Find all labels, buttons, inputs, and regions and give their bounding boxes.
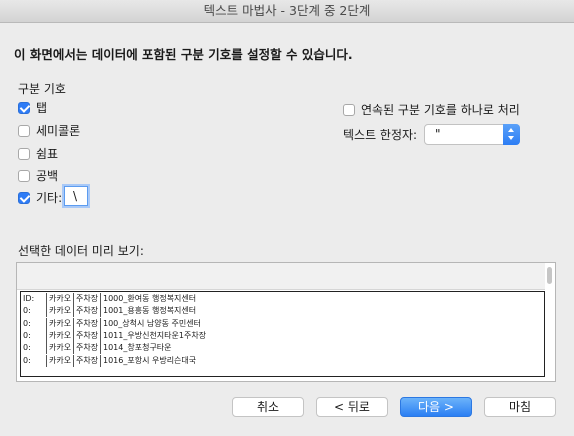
other-delimiter-input[interactable]: \ xyxy=(64,186,88,206)
preview-cell: 주차장 xyxy=(73,293,100,305)
consecutive-delimiters-label: 연속된 구분 기호를 하나로 처리 xyxy=(361,103,520,117)
preview-cell: 1001_용흥동 행정복지센터 xyxy=(100,305,544,318)
text-qualifier-value: " xyxy=(435,127,441,141)
other-label: 기타: xyxy=(36,191,63,205)
semicolon-label: 세미콜론 xyxy=(36,124,81,138)
finish-button[interactable]: 마침 xyxy=(484,397,556,417)
preview-row: 0: 카카오 주차장 100_상척시 남양동 주민센터 xyxy=(21,317,544,330)
preview-row: 0: 카카오 주차장 1011_우방신천지타운1주차장 xyxy=(21,329,544,342)
chevron-updown-icon xyxy=(503,124,520,145)
window-title: 텍스트 마법사 - 3단계 중 2단계 xyxy=(0,0,574,23)
preview-cell: 0: xyxy=(23,318,31,328)
preview-cell: 카카오 xyxy=(46,293,73,305)
preview-cell: 주차장 xyxy=(73,342,100,355)
instruction-heading: 이 화면에서는 데이터에 포함된 구분 기호를 설정할 수 있습니다. xyxy=(14,47,353,62)
other-checkbox[interactable] xyxy=(18,192,30,204)
preview-header-strip xyxy=(17,263,545,290)
tab-label: 탭 xyxy=(36,101,48,115)
preview-grid: ID: 카카오 주차장 1000_환여동 행정복지센터 0: 카카오 주차장 1001_용흥동… xyxy=(20,291,545,377)
preview-cell: 주차장 xyxy=(73,317,100,330)
preview-row: 0: 카카오 주차장 1001_용흥동 행정복지센터 xyxy=(21,305,544,318)
preview-cell: 1014_창포청구타운 xyxy=(100,342,544,355)
preview-cell: 주차장 xyxy=(73,329,100,342)
preview-cell: 카카오 xyxy=(46,342,73,355)
preview-row: 0: 카카오 주차장 1014_창포청구타운 xyxy=(21,342,544,355)
preview-cell: 1016_포항시 우방리슨대국 xyxy=(100,354,544,367)
preview-cell: 0: xyxy=(23,306,31,316)
data-preview[interactable]: ID: 카카오 주차장 1000_환여동 행정복지센터 0: 카카오 주차장 1001_용흥동… xyxy=(16,262,556,382)
preview-cell: 주차장 xyxy=(73,305,100,318)
preview-cell: 1000_환여동 행정복지센터 xyxy=(100,293,544,305)
preview-cell: 카카오 xyxy=(46,354,73,367)
preview-label: 선택한 데이터 미리 보기: xyxy=(18,244,144,258)
preview-cell: 1011_우방신천지타운1주차장 xyxy=(100,329,544,342)
preview-cell: 100_상척시 남양동 주민센터 xyxy=(100,317,544,330)
semicolon-checkbox[interactable] xyxy=(18,125,30,137)
text-qualifier-select[interactable]: " xyxy=(424,124,520,145)
preview-cell: 0: xyxy=(23,343,31,353)
preview-cell: ID: xyxy=(23,294,35,303)
preview-cell: 0: xyxy=(23,355,31,365)
delimiters-section-label: 구분 기호 xyxy=(18,82,66,96)
tab-checkbox[interactable] xyxy=(18,102,30,114)
cancel-button[interactable]: 취소 xyxy=(232,397,304,417)
preview-row: ID: 카카오 주차장 1000_환여동 행정복지센터 xyxy=(21,293,544,305)
preview-row: 0: 카카오 주차장 1016_포항시 우방리슨대국 xyxy=(21,354,544,367)
preview-cell: 카카오 xyxy=(46,305,73,318)
preview-scrollbar[interactable] xyxy=(545,265,554,379)
text-qualifier-label: 텍스트 한정자: xyxy=(343,128,418,142)
preview-cell: 주차장 xyxy=(73,354,100,367)
scrollbar-thumb[interactable] xyxy=(547,267,552,284)
preview-cell: 카카오 xyxy=(46,317,73,330)
space-checkbox[interactable] xyxy=(18,170,30,182)
next-button[interactable]: 다음 > xyxy=(400,397,472,417)
comma-label: 쉼표 xyxy=(36,147,59,161)
preview-cell: 0: xyxy=(23,330,31,340)
consecutive-delimiters-checkbox[interactable] xyxy=(343,104,355,116)
back-button[interactable]: < 뒤로 xyxy=(316,397,388,417)
comma-checkbox[interactable] xyxy=(18,148,30,160)
space-label: 공백 xyxy=(36,169,59,183)
preview-cell: 카카오 xyxy=(46,329,73,342)
